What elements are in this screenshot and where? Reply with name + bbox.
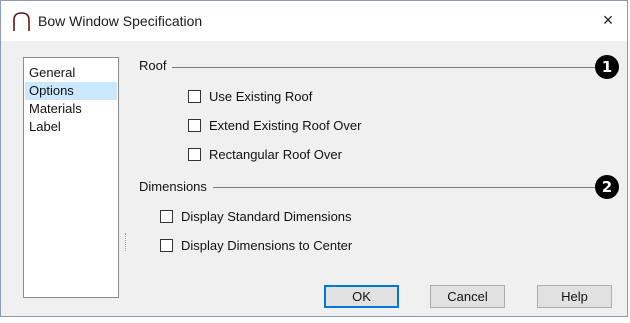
use-existing-roof-option[interactable]: Use Existing Roof	[188, 88, 312, 104]
category-item-general[interactable]: General	[25, 64, 117, 82]
cancel-button[interactable]: Cancel	[430, 285, 505, 308]
display-dimensions-to-center-checkbox[interactable]	[160, 238, 173, 252]
use-existing-roof-label: Use Existing Roof	[209, 88, 313, 104]
display-standard-dimensions-option[interactable]: Display Standard Dimensions	[160, 208, 352, 224]
window-title: Bow Window Specification	[38, 13, 203, 29]
extend-existing-roof-over-checkbox[interactable]	[188, 118, 201, 132]
display-standard-dimensions-label: Display Standard Dimensions	[181, 208, 352, 224]
help-button[interactable]: Help	[537, 285, 612, 308]
roof-group-divider	[141, 67, 595, 68]
bow-window-icon	[13, 12, 30, 31]
rectangular-roof-over-option[interactable]: Rectangular Roof Over	[188, 146, 342, 162]
category-item-materials[interactable]: Materials	[25, 100, 117, 118]
panel-splitter[interactable]	[125, 233, 128, 251]
extend-existing-roof-over-label: Extend Existing Roof Over	[209, 117, 362, 133]
extend-existing-roof-over-option[interactable]: Extend Existing Roof Over	[188, 117, 361, 133]
display-dimensions-to-center-label: Display Dimensions to Center	[181, 237, 353, 253]
category-item-label[interactable]: Label	[25, 118, 117, 136]
rectangular-roof-over-label: Rectangular Roof Over	[209, 146, 342, 162]
dimensions-group-label: Dimensions	[139, 179, 213, 194]
bow-window-specification-dialog: Bow Window Specification × General Optio…	[0, 0, 628, 317]
rectangular-roof-over-checkbox[interactable]	[188, 147, 201, 161]
display-dimensions-to-center-option[interactable]: Display Dimensions to Center	[160, 237, 352, 253]
roof-group-label: Roof	[139, 58, 173, 73]
category-list[interactable]: General Options Materials Label	[23, 57, 119, 298]
title-bar: Bow Window Specification ×	[1, 1, 627, 41]
close-button[interactable]: ×	[595, 7, 621, 33]
category-item-options[interactable]: Options	[25, 82, 117, 100]
display-standard-dimensions-checkbox[interactable]	[160, 209, 173, 223]
use-existing-roof-checkbox[interactable]	[188, 89, 201, 103]
callout-1-badge: 1	[595, 55, 619, 79]
callout-2-badge: 2	[595, 175, 619, 199]
ok-button[interactable]: OK	[324, 285, 399, 308]
